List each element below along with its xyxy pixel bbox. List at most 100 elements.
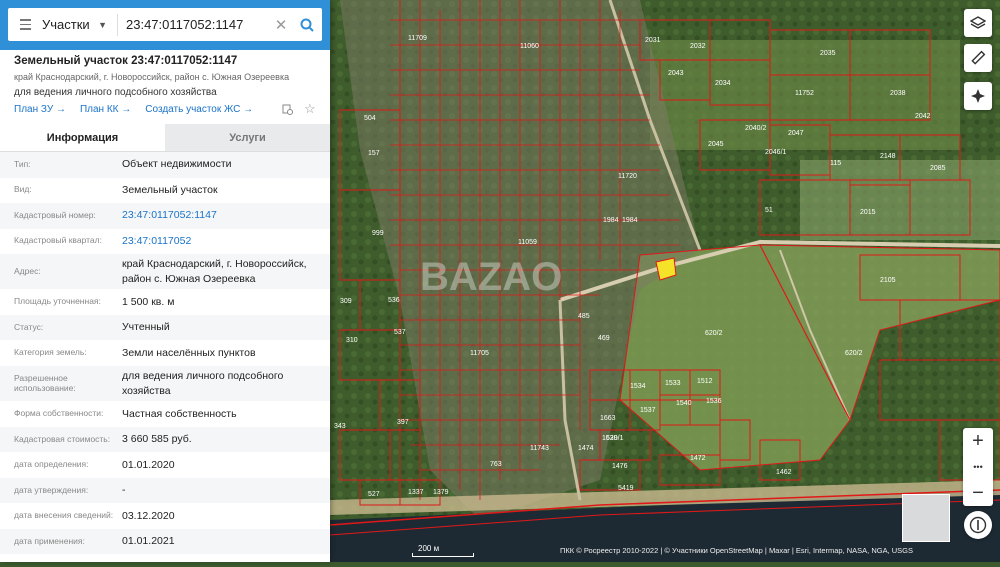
close-icon[interactable]: ✕ (270, 16, 292, 34)
divider (117, 13, 118, 36)
scale-bar (412, 553, 474, 557)
svg-text:2032: 2032 (690, 43, 706, 50)
info-value: 1 500 кв. м (122, 295, 175, 308)
svg-text:2043: 2043 (668, 70, 684, 77)
info-key: дата внесения сведений: (14, 510, 114, 521)
svg-text:1984: 1984 (603, 217, 619, 224)
info-key: Форма собственности: (14, 408, 104, 419)
locate-icon (971, 89, 985, 103)
svg-text:2035: 2035 (820, 50, 836, 57)
svg-text:1540: 1540 (676, 400, 692, 407)
layers-icon (970, 16, 986, 29)
svg-text:1537: 1537 (640, 407, 656, 414)
info-row-status: Статус: Учтенный (0, 314, 330, 341)
info-row-kind: Вид: Земельный участок (0, 178, 330, 204)
layer-select[interactable]: Участки ▼ (42, 17, 113, 32)
create-parcel-link[interactable]: Создать участок ЖС → (145, 104, 253, 115)
svg-text:1533: 1533 (665, 380, 681, 387)
info-key: Разрешенное использование: (14, 372, 76, 393)
menu-icon[interactable] (8, 8, 42, 41)
info-value: край Краснодарский, г. Новороссийск, рай… (122, 258, 307, 285)
svg-text:1984: 1984 (622, 217, 638, 224)
layers-button[interactable] (964, 9, 992, 37)
search-box[interactable]: Участки ▼ 23:47:0117052:1147 ✕ (8, 8, 322, 41)
info-value: - (122, 484, 126, 497)
ruler-icon (971, 50, 986, 65)
svg-text:2038: 2038 (890, 90, 906, 97)
svg-text:2045: 2045 (708, 141, 724, 148)
cadastral-number-link[interactable]: 23:47:0117052:1147 (122, 205, 330, 226)
svg-text:115: 115 (830, 160, 841, 167)
svg-text:620/1: 620/1 (606, 435, 624, 442)
plan-zu-link[interactable]: План ЗУ → (14, 104, 66, 115)
svg-text:485: 485 (578, 313, 590, 320)
tab-information[interactable]: Информация (0, 124, 165, 151)
zoom-more-button[interactable]: ••• (973, 454, 982, 480)
object-address: край Краснодарский, г. Новороссийск, рай… (14, 72, 290, 82)
plan-kk-link[interactable]: План КК → (80, 104, 131, 115)
info-value: 01.01.2020 (122, 458, 175, 471)
info-value: 01.01.2021 (122, 535, 175, 548)
svg-text:1379: 1379 (433, 489, 449, 496)
watermark: BAZAO (420, 255, 562, 299)
svg-text:469: 469 (598, 335, 610, 342)
svg-text:2034: 2034 (715, 80, 731, 87)
info-row-cadastral-number: Кадастровый номер: 23:47:0117052:1147 (0, 203, 330, 229)
svg-text:11709: 11709 (408, 35, 427, 42)
svg-text:11059: 11059 (518, 239, 537, 246)
svg-text:537: 537 (394, 329, 406, 336)
search-icon[interactable] (292, 8, 322, 41)
overview-map[interactable] (902, 494, 950, 542)
info-key: Категория земель: (14, 347, 87, 358)
cadastral-quarter-link[interactable]: 23:47:0117052 (122, 231, 330, 252)
svg-text:2105: 2105 (880, 277, 896, 284)
svg-text:2040/2: 2040/2 (745, 125, 767, 132)
locate-button[interactable] (964, 82, 992, 110)
search-input[interactable]: 23:47:0117052:1147 (126, 17, 270, 32)
info-key: Тип: (14, 158, 31, 169)
svg-text:527: 527 (368, 491, 380, 498)
info-row-application-date: дата применения: 01.01.2021 (0, 528, 330, 555)
scale-label: 200 м (418, 544, 440, 553)
svg-text:310: 310 (346, 337, 358, 344)
svg-text:2148: 2148 (880, 153, 896, 160)
svg-text:1476: 1476 (612, 463, 628, 470)
compass-button[interactable] (964, 511, 992, 539)
zoom-out-button[interactable]: − (972, 480, 984, 506)
info-value: Объект недвижимости (122, 158, 232, 171)
svg-text:1474: 1474 (578, 445, 594, 452)
info-key: дата утверждения: (14, 484, 89, 495)
info-key: Кадастровый номер: (14, 209, 96, 220)
info-row-cadastral-quarter: Кадастровый квартал: 23:47:0117052 (0, 229, 330, 255)
zoom-in-button[interactable]: + (972, 428, 984, 454)
info-row-permitted-use: Разрешенное использование: для ведения ли… (0, 365, 330, 402)
star-icon[interactable]: ☆ (304, 102, 316, 121)
copy-icon[interactable] (282, 103, 294, 121)
svg-text:309: 309 (340, 298, 352, 305)
svg-text:397: 397 (397, 419, 409, 426)
svg-text:2046/1: 2046/1 (765, 149, 787, 156)
info-value: Частная собственность (122, 407, 237, 420)
info-key: дата применения: (14, 535, 85, 546)
zoom-control: + ••• − (963, 428, 993, 506)
compass-icon (969, 516, 987, 534)
info-value: 3 660 585 руб. (122, 433, 192, 446)
ruler-button[interactable] (964, 44, 992, 72)
svg-text:999: 999 (372, 230, 384, 237)
svg-text:2085: 2085 (930, 165, 946, 172)
layer-select-label: Участки (42, 17, 90, 32)
svg-text:11752: 11752 (795, 90, 814, 97)
svg-text:536: 536 (388, 297, 400, 304)
search-bar: Участки ▼ 23:47:0117052:1147 ✕ (0, 0, 330, 50)
object-title: Земельный участок 23:47:0117052:1147 (14, 55, 238, 67)
chevron-down-icon: ▼ (98, 19, 107, 30)
tab-services[interactable]: Услуги (165, 124, 330, 151)
info-row-area: Площадь уточненная: 1 500 кв. м (0, 289, 330, 315)
object-links: План ЗУ → План КК → Создать участок ЖС → (14, 104, 253, 115)
svg-text:11720: 11720 (618, 173, 637, 180)
svg-text:2031: 2031 (645, 37, 661, 44)
svg-text:1534: 1534 (630, 383, 646, 390)
svg-text:2015: 2015 (860, 209, 876, 216)
info-row-address: Адрес: край Краснодарский, г. Новороссийс… (0, 254, 330, 290)
info-key: Вид: (14, 184, 32, 195)
